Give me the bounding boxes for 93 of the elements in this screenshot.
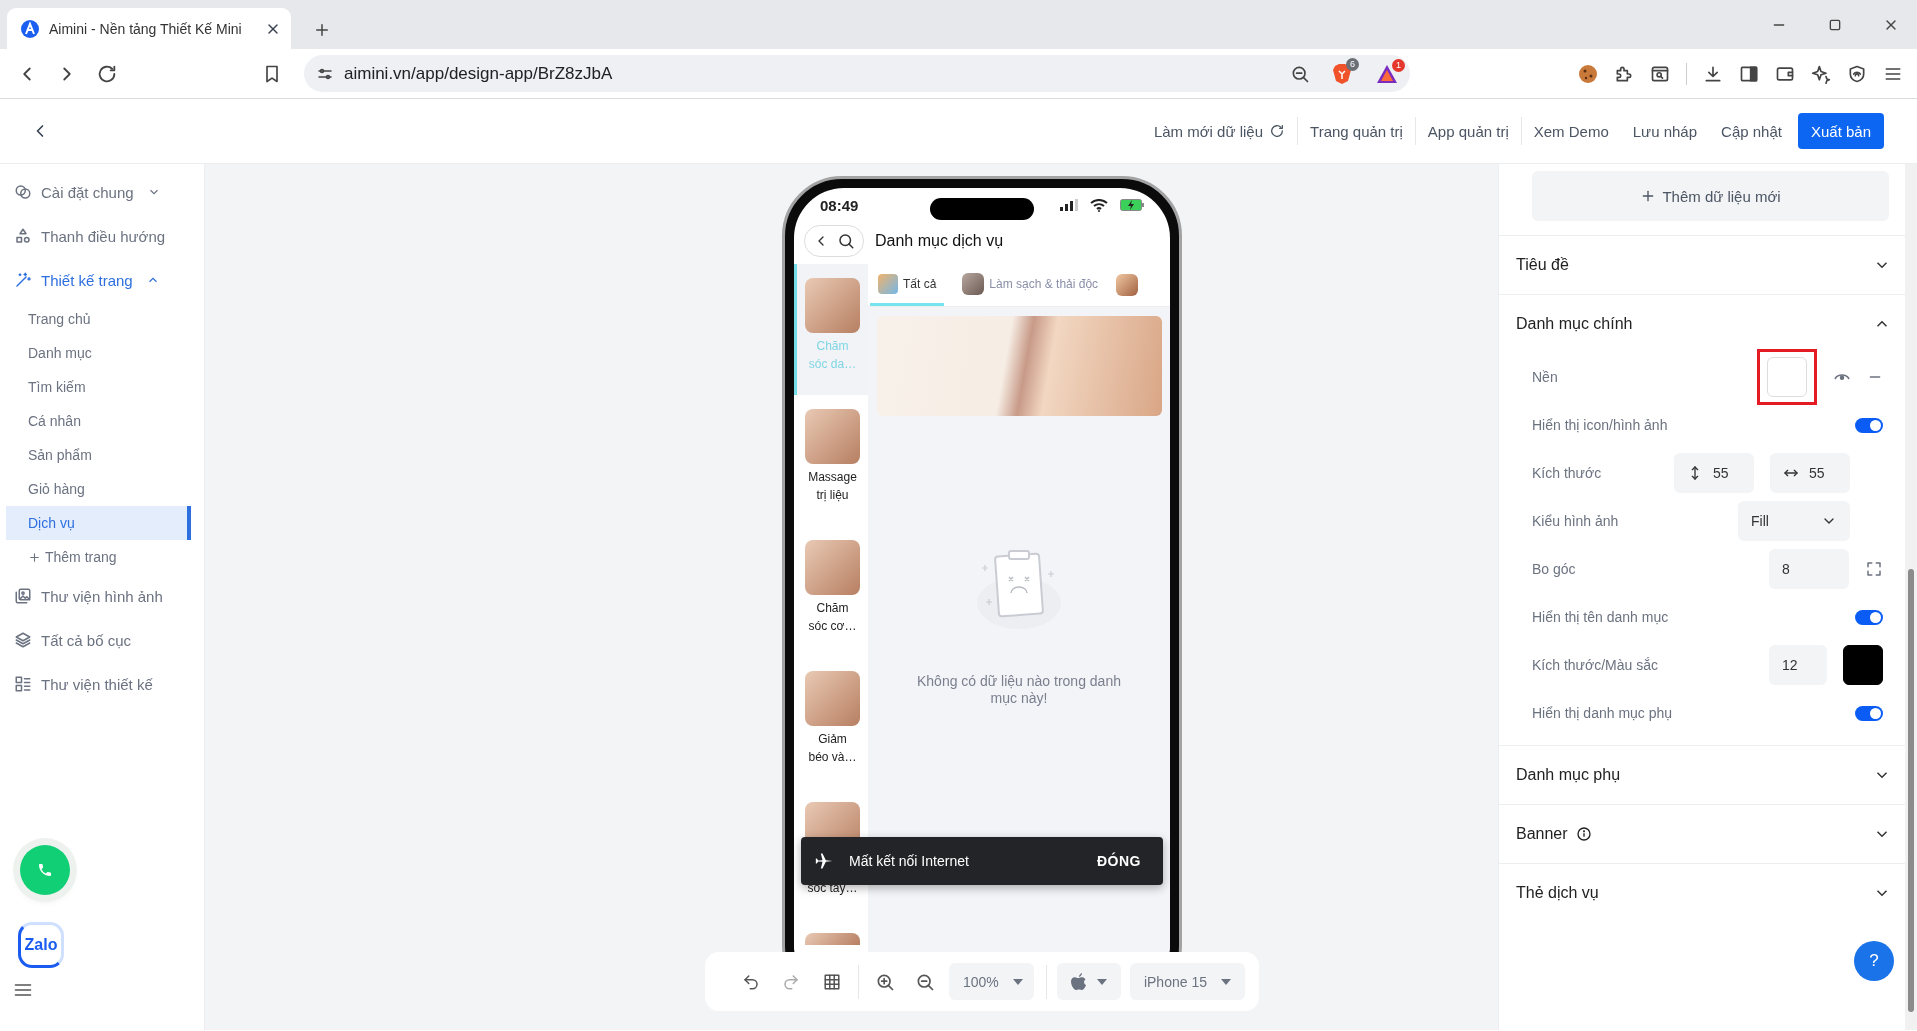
- maximize-icon[interactable]: [1827, 17, 1843, 33]
- sidebar-subitem[interactable]: Tìm kiếm: [6, 370, 191, 404]
- setting-label: Bo góc: [1532, 561, 1576, 577]
- section-header[interactable]: Danh mục chính: [1499, 295, 1905, 353]
- header-link[interactable]: Trang quản trị: [1298, 122, 1415, 140]
- empty-message: Không có dữ liệu nào trong danh mục này!: [916, 673, 1122, 707]
- refresh-button[interactable]: Làm mới dữ liệu: [1141, 122, 1298, 140]
- help-button[interactable]: ?: [1854, 941, 1894, 981]
- search-icon[interactable]: [837, 232, 855, 250]
- setting-label: Hiển thị tên danh mục: [1532, 609, 1669, 625]
- photo-placeholder: [962, 272, 985, 295]
- notification-badge: 6: [1346, 57, 1359, 71]
- setting-label: Hiển thị icon/hình ảnh: [1532, 417, 1668, 433]
- circles-icon: [14, 183, 32, 201]
- section-header[interactable]: Thẻ dịch vụ: [1499, 864, 1905, 922]
- sidebar-item[interactable]: Cài đặt chung: [0, 170, 204, 214]
- sidebar-subitem[interactable]: Cá nhân: [6, 404, 191, 438]
- signal-icon: [1060, 199, 1078, 211]
- radius-field[interactable]: 8: [1769, 549, 1849, 589]
- screen-title: Danh mục dịch vụ: [875, 232, 1004, 250]
- layers-icon: [14, 631, 32, 649]
- close-toast-button[interactable]: ĐÓNG: [1097, 853, 1141, 869]
- sidebar-subitem[interactable]: Dịch vụ: [6, 506, 191, 540]
- phone-icon: [37, 862, 53, 878]
- sparkle-icon[interactable]: [1811, 63, 1831, 84]
- tab-title: Aimini - Nền tảng Thiết Kế Mini: [49, 20, 243, 37]
- toggle-switch[interactable]: [1855, 705, 1883, 721]
- toggle-switch[interactable]: [1855, 417, 1883, 433]
- add-data-button[interactable]: Thêm dữ liệu mới: [1532, 171, 1889, 221]
- new-tab-icon[interactable]: [313, 21, 331, 39]
- setting-label: Nền: [1532, 369, 1558, 385]
- category-tab[interactable]: Tất cả: [870, 264, 945, 306]
- shapes-icon: [14, 227, 32, 245]
- category-label[interactable]: Chăm sóc cơ…: [806, 599, 859, 635]
- magic-wand-icon: [14, 271, 32, 289]
- wifi-icon: [1090, 198, 1108, 212]
- sidebar-subitem[interactable]: Sản phẩm: [6, 438, 191, 472]
- plus-icon: [28, 550, 41, 564]
- platform-select[interactable]: [1056, 963, 1121, 1000]
- shield-icon[interactable]: [1847, 63, 1867, 84]
- sidebar-item[interactable]: Thanh điều hướng: [0, 214, 204, 258]
- photo-placeholder: [1116, 274, 1139, 296]
- sidebar-item[interactable]: Tất cả bố cục: [0, 618, 204, 662]
- lion-shield-icon[interactable]: [1332, 62, 1352, 85]
- category-label[interactable]: Giảm béo và…: [806, 730, 859, 766]
- section-header[interactable]: Banner: [1499, 805, 1905, 863]
- add-page-link[interactable]: Thêm trang: [0, 540, 204, 574]
- device-select[interactable]: iPhone 15: [1129, 963, 1245, 1000]
- category-label[interactable]: Massage trị liệu: [806, 468, 859, 504]
- setting-label: Hiển thị danh mục phụ: [1532, 705, 1673, 721]
- width-field[interactable]: 55: [1770, 453, 1850, 493]
- header-button[interactable]: Xem Demo: [1521, 122, 1621, 140]
- section-header[interactable]: Tiêu đề: [1499, 236, 1905, 294]
- sidebar-subitem[interactable]: Danh mục: [6, 336, 191, 370]
- refresh-icon: [1269, 123, 1286, 139]
- color-swatch[interactable]: [1843, 645, 1883, 685]
- section-header[interactable]: Danh mục phụ: [1499, 746, 1905, 804]
- battery-icon: [1120, 199, 1144, 211]
- publish-button[interactable]: Xuất bản: [1797, 113, 1884, 149]
- cookie-icon[interactable]: [1578, 63, 1598, 84]
- corners-icon[interactable]: [1865, 560, 1883, 578]
- toggle-switch[interactable]: [1855, 609, 1883, 625]
- sidebar-item[interactable]: Thiết kế trang: [0, 258, 204, 302]
- sidebar-item[interactable]: Thư viện hình ảnh: [0, 574, 204, 618]
- setting-label: Kiểu hình ảnh: [1532, 513, 1619, 529]
- layout-icon: [14, 675, 32, 693]
- zalo-logo[interactable]: Zalo: [18, 922, 64, 968]
- sidebar-subitem[interactable]: Giỏ hàng: [6, 472, 191, 506]
- header-button[interactable]: Cập nhật: [1709, 122, 1794, 140]
- toast-message: Mất kết nối Internet: [849, 853, 969, 869]
- zoom-select[interactable]: 100%: [948, 963, 1034, 1000]
- scrollbar[interactable]: [1905, 164, 1917, 1030]
- setting-label: Kích thước/Màu sắc: [1532, 657, 1658, 673]
- image-style-select[interactable]: Fill: [1738, 501, 1850, 541]
- caret-icon: [1096, 978, 1107, 985]
- caret-icon: [1012, 978, 1023, 985]
- status-time: 08:49: [820, 196, 859, 214]
- caret-icon: [1221, 978, 1231, 985]
- undo-icon[interactable]: [742, 972, 761, 991]
- apple-icon: [1070, 972, 1087, 991]
- notification-badge: 1: [1392, 58, 1405, 72]
- font-size-field[interactable]: 12: [1769, 645, 1827, 685]
- header-button[interactable]: Lưu nháp: [1620, 122, 1710, 140]
- sidebar-item[interactable]: Thư viện thiết kế: [0, 662, 204, 706]
- header-link[interactable]: App quản trị: [1415, 122, 1521, 140]
- setting-label: Kích thước: [1532, 465, 1602, 481]
- address-bar[interactable]: aimini.vn/app/design-app/BrZ8zJbA 6 1: [304, 55, 1410, 92]
- browser-tab[interactable]: Aimini - Nền tảng Thiết Kế Mini: [7, 8, 291, 49]
- grid-icon[interactable]: [822, 972, 841, 991]
- gallery-icon: [14, 587, 32, 605]
- height-field[interactable]: 55: [1674, 453, 1754, 493]
- site-logo-icon: [21, 19, 39, 38]
- sidebar-subitem[interactable]: Trang chủ: [6, 302, 191, 336]
